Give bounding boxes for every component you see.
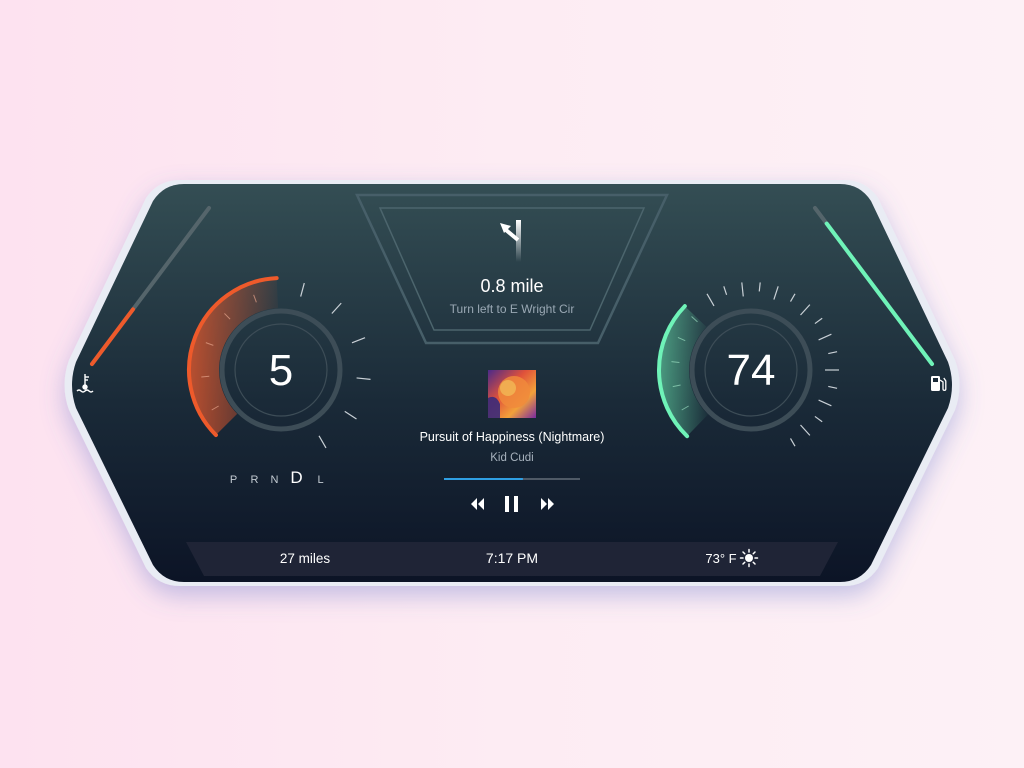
range-readout: 27 miles [280,551,331,566]
gear-option: L [317,474,324,486]
gear-option: P [230,474,238,486]
play-pause-button[interactable] [500,493,524,515]
track-artist: Kid Cudi [490,452,533,464]
right-gauge-value: 74 [727,346,776,395]
gear-option: N [271,474,280,486]
album-art[interactable] [488,370,536,418]
instrument-cluster: 5 P RND L 74 0.8 mile Turn left to E Wrigh… [64,180,960,586]
gear-selected: D [290,468,303,487]
clock: 7:17 PM [486,550,538,566]
sun-icon [739,548,759,568]
track-title: Pursuit of Happiness (Nightmare) [420,430,605,444]
navigation-distance: 0.8 mile [480,276,543,296]
fuel-pump-icon [931,376,947,391]
gear-option: R [251,474,260,486]
temperature-readout: 73° F [705,551,736,566]
navigation-instruction: Turn left to E Wright Cir [450,302,575,316]
fast-forward-button[interactable] [538,495,558,513]
left-gauge-value: 5 [269,346,293,395]
rewind-button[interactable] [466,495,486,513]
gauge-tick [201,375,210,378]
